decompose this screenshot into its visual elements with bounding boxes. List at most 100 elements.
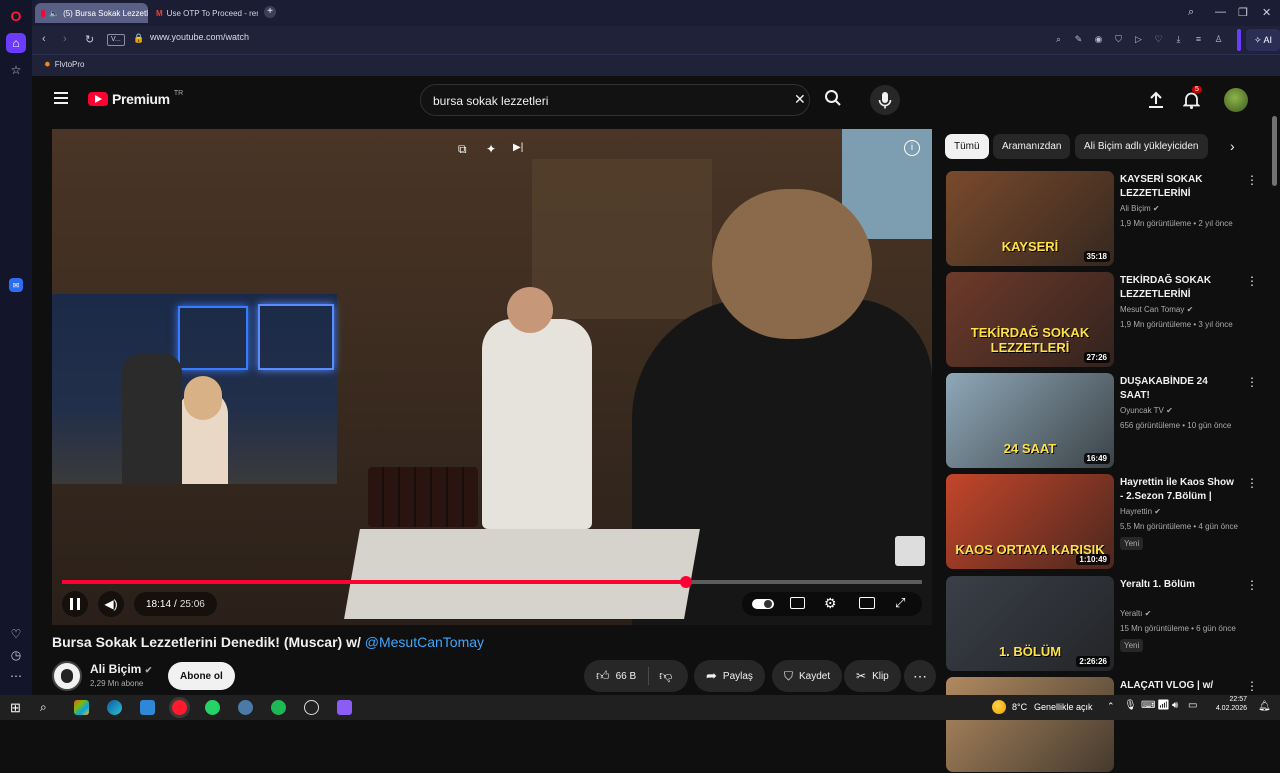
save-button[interactable]: ⛉ Kaydet bbox=[772, 660, 843, 692]
opera-logo-icon[interactable]: O bbox=[6, 6, 26, 26]
recommendation-card[interactable]: TEKİRDAĞ SOKAK LEZZETLERİ 27:26 TEKİRDAĞ… bbox=[946, 272, 1258, 368]
voice-search-button[interactable] bbox=[870, 85, 900, 115]
sidebar-toggle[interactable] bbox=[1237, 29, 1241, 51]
dislike-icon[interactable]: 👎︎ bbox=[659, 668, 672, 684]
theater-mode-icon[interactable] bbox=[859, 597, 875, 609]
new-tab-button[interactable]: + bbox=[264, 6, 276, 18]
clear-search-icon[interactable]: ✕ bbox=[794, 91, 806, 108]
clock[interactable]: 22:57 4.02.2026 bbox=[1203, 696, 1247, 712]
upload-button[interactable] bbox=[1148, 91, 1164, 114]
favorite-icon[interactable]: ♡ bbox=[1153, 34, 1164, 45]
recommendation-channel[interactable]: Oyuncak TV ✔ bbox=[1120, 406, 1173, 415]
settings-gear-icon[interactable]: ⚙ bbox=[824, 595, 837, 612]
channel-watermark[interactable] bbox=[895, 536, 925, 566]
like-icon[interactable]: 👍︎ bbox=[596, 668, 610, 684]
clip-button[interactable]: ✂ Klip bbox=[844, 660, 901, 692]
streaming-app-icon[interactable] bbox=[337, 700, 352, 715]
zoom-icon[interactable]: ⌕ bbox=[1053, 34, 1064, 45]
progress-scrubber[interactable] bbox=[679, 576, 692, 588]
home-icon[interactable]: ⌂ bbox=[6, 33, 26, 53]
recommendation-title[interactable]: DUŞAKABİNDE 24 SAAT!● 3 Kişiyle Yaşam ..… bbox=[1120, 375, 1238, 403]
miniplayer-icon[interactable]: ⧉ bbox=[458, 142, 467, 157]
hamburger-menu-icon[interactable] bbox=[54, 92, 68, 104]
obs-icon[interactable] bbox=[304, 700, 319, 715]
battery-icon[interactable]: ▭ bbox=[1188, 700, 1197, 711]
recommendation-thumbnail[interactable]: 1. BÖLÜM 2:26:26 bbox=[946, 576, 1114, 671]
notification-center-icon[interactable]: 🔔︎ bbox=[1258, 701, 1271, 712]
close-window-button[interactable]: ✕ bbox=[1262, 6, 1271, 19]
chip-all[interactable]: Tümü bbox=[945, 134, 989, 159]
history-icon[interactable]: ◷ bbox=[6, 645, 26, 665]
subscribe-button[interactable]: Abone ol bbox=[168, 662, 235, 690]
taskbar-search-icon[interactable]: ⌕ bbox=[40, 700, 55, 715]
mention-link[interactable]: @MesutCanTomay bbox=[365, 634, 484, 650]
autoplay-toggle[interactable] bbox=[752, 599, 774, 609]
search-button[interactable] bbox=[824, 89, 846, 111]
kebab-menu-icon[interactable]: ⋮ bbox=[1246, 679, 1258, 693]
youtube-logo[interactable]: Premium TR bbox=[88, 90, 183, 107]
edge-icon[interactable] bbox=[107, 700, 122, 715]
recommendation-thumbnail[interactable] bbox=[946, 677, 1114, 772]
recommendation-channel[interactable]: Hayrettin ✔ bbox=[1120, 507, 1161, 516]
file-explorer-icon[interactable] bbox=[140, 700, 155, 715]
shield-icon[interactable]: ⛉ bbox=[1113, 34, 1124, 45]
recommendation-card[interactable]: 1. BÖLÜM 2:26:26 Yeraltı 1. Bölüm Yeraltı… bbox=[946, 576, 1258, 672]
forward-icon[interactable]: › bbox=[63, 33, 67, 45]
language-tray-icon[interactable]: ⌨ bbox=[1141, 700, 1155, 711]
recommendation-title[interactable]: TEKİRDAĞ SOKAK LEZZETLERİNİ DENEDİK... bbox=[1120, 274, 1238, 302]
autoplay-icon[interactable]: ▶| bbox=[513, 142, 523, 153]
maximize-button[interactable]: ❐ bbox=[1238, 6, 1248, 19]
url-field[interactable]: www.youtube.com/watch bbox=[150, 32, 249, 42]
video-player[interactable]: ⧉ ✦ ▶| i ◀) 18:14 / 25:06 ⚙ ⤢ bbox=[52, 129, 932, 625]
spotify-icon[interactable] bbox=[271, 700, 286, 715]
pause-button[interactable] bbox=[62, 591, 88, 617]
copilot-icon[interactable] bbox=[74, 700, 89, 715]
wifi-icon[interactable]: 📶︎ bbox=[1157, 700, 1170, 711]
recommendation-card[interactable]: ALAÇATI VLOG | w/ ⋮ bbox=[946, 677, 1258, 773]
profile-icon[interactable]: ♙ bbox=[1213, 34, 1224, 45]
kebab-menu-icon[interactable]: ⋮ bbox=[1246, 274, 1258, 288]
share-button[interactable]: ➦ Paylaş bbox=[694, 660, 765, 692]
more-actions-button[interactable]: ⋯ bbox=[904, 660, 936, 692]
weather-text[interactable]: Genellikle açık bbox=[1034, 702, 1093, 712]
tab-gmail[interactable]: M Use OTP To Proceed - reng bbox=[150, 3, 258, 23]
kebab-menu-icon[interactable]: ⋮ bbox=[1246, 578, 1258, 592]
reload-icon[interactable]: ↻ bbox=[85, 33, 94, 46]
volume-tray-icon[interactable]: 🔊︎ bbox=[1172, 700, 1178, 711]
kebab-menu-icon[interactable]: ⋮ bbox=[1246, 173, 1258, 187]
star-icon[interactable]: ☆ bbox=[6, 60, 26, 80]
recommendation-title[interactable]: Hayrettin ile Kaos Show - 2.Sezon 7.Bölü… bbox=[1120, 476, 1238, 504]
back-icon[interactable]: ‹ bbox=[42, 33, 46, 45]
channel-avatar[interactable] bbox=[52, 661, 82, 691]
ai-summary-icon[interactable]: ✦ bbox=[486, 142, 496, 156]
recommendation-card[interactable]: KAYSERİ 35:18 KAYSERİ SOKAK LEZZETLERİNİ… bbox=[946, 171, 1258, 267]
recommendation-channel[interactable]: Yeraltı ✔ bbox=[1120, 609, 1151, 618]
recommendation-channel[interactable]: Mesut Can Tomay ✔ bbox=[1120, 305, 1193, 314]
notifications-button[interactable]: 5 bbox=[1182, 86, 1202, 114]
chip-from-search[interactable]: Aramanızdan bbox=[993, 134, 1071, 159]
volume-icon[interactable]: ◀) bbox=[98, 591, 124, 617]
heart-icon[interactable]: ♡ bbox=[6, 624, 26, 644]
fullscreen-icon[interactable]: ⤢ bbox=[895, 595, 905, 611]
kebab-menu-icon[interactable]: ⋮ bbox=[1246, 375, 1258, 389]
bookmark-flvtopro[interactable]: ✹ FlvtoPro bbox=[44, 60, 85, 69]
opera-taskbar-icon[interactable] bbox=[172, 700, 187, 715]
chips-next-icon[interactable]: › bbox=[1230, 138, 1235, 154]
download-icon[interactable]: ⤓ bbox=[1173, 34, 1184, 45]
ai-button[interactable]: ✧ AI bbox=[1246, 29, 1280, 51]
app-icon[interactable] bbox=[238, 700, 253, 715]
subtitles-icon[interactable] bbox=[790, 597, 805, 609]
windows-start-icon[interactable]: ⊞ bbox=[10, 700, 25, 715]
account-avatar[interactable] bbox=[1224, 88, 1248, 112]
tab-youtube[interactable]: 🔈 (5) Bursa Sokak Lezzetl bbox=[35, 3, 148, 23]
tray-chevron-icon[interactable]: ⌃ bbox=[1107, 701, 1115, 712]
weather-temp[interactable]: 8°C bbox=[1012, 702, 1027, 712]
recommendation-card[interactable]: 24 SAAT 16:49 DUŞAKABİNDE 24 SAAT!● 3 Ki… bbox=[946, 373, 1258, 469]
whatsapp-icon[interactable] bbox=[205, 700, 220, 715]
play-icon[interactable]: ▷ bbox=[1133, 34, 1144, 45]
search-input[interactable]: bursa sokak lezzetleri ✕ bbox=[420, 84, 810, 116]
recommendation-thumbnail[interactable]: TEKİRDAĞ SOKAK LEZZETLERİ 27:26 bbox=[946, 272, 1114, 367]
recommendation-channel[interactable]: Ali Biçim ✔ bbox=[1120, 204, 1160, 213]
kebab-menu-icon[interactable]: ⋮ bbox=[1246, 476, 1258, 490]
lock-icon[interactable]: 🔒 bbox=[133, 33, 144, 44]
